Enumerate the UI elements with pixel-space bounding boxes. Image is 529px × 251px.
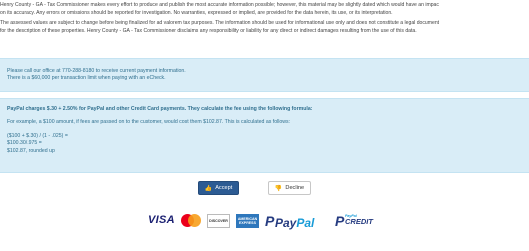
disclaimer-line: for the description of these properties.… [0,27,417,34]
amex-logo: AMERICAN EXPRESS [236,214,259,228]
payment-logos: VISA DISCOVER AMERICAN EXPRESS P PayPal … [0,212,529,230]
fee-calc-line: $102.87, rounded up [7,147,55,154]
thumbs-down-icon: 👎 [274,185,283,192]
paypal-credit-icon: P [335,213,345,229]
accept-label: Accept [215,185,233,191]
disclaimer-line: Henry County - GA - Tax Commissioner mak… [0,2,439,8]
thumbs-up-icon: 👍 [204,185,213,192]
fee-info-alert: PayPal charges $.30 + 2.50% for PayPal a… [0,98,529,173]
mastercard-logo [181,214,201,227]
payment-info-alert: Please call our office at 770-288-8180 t… [0,58,529,92]
disclaimer-line: on its accuracy. Any errors or omissions… [0,9,393,16]
payment-phone-text: Please call our office at 770-288-8180 t… [7,68,186,74]
accept-button[interactable]: 👍 Accept [198,181,239,195]
fee-example-text: For example, a $100 amount, if fees are … [7,119,291,126]
disclaimer-line: The assessed values are subject to chang… [0,20,440,26]
fee-calc-line: ($100 + $.30) / (1 - .025) = [7,132,68,139]
visa-logo: VISA [148,214,175,226]
paypal-credit-logo: PayPal CREDIT [345,214,373,226]
disclaimer-paragraph-1: Henry County - GA - Tax Commissioner mak… [0,2,529,17]
fee-calc-line: $100.30/.975 = [7,140,42,147]
echeck-limit-text: There is a $60,000 per transaction limit… [7,75,166,82]
paypal-logo: PayPal [275,216,315,230]
paypal-icon: P [265,213,275,229]
fee-heading: PayPal charges $.30 + 2.50% for PayPal a… [7,106,313,112]
decline-button[interactable]: 👎 Decline [268,181,311,195]
disclaimer-paragraph-2: The assessed values are subject to chang… [0,20,529,35]
decline-label: Decline [285,185,305,191]
discover-logo: DISCOVER [207,214,230,228]
